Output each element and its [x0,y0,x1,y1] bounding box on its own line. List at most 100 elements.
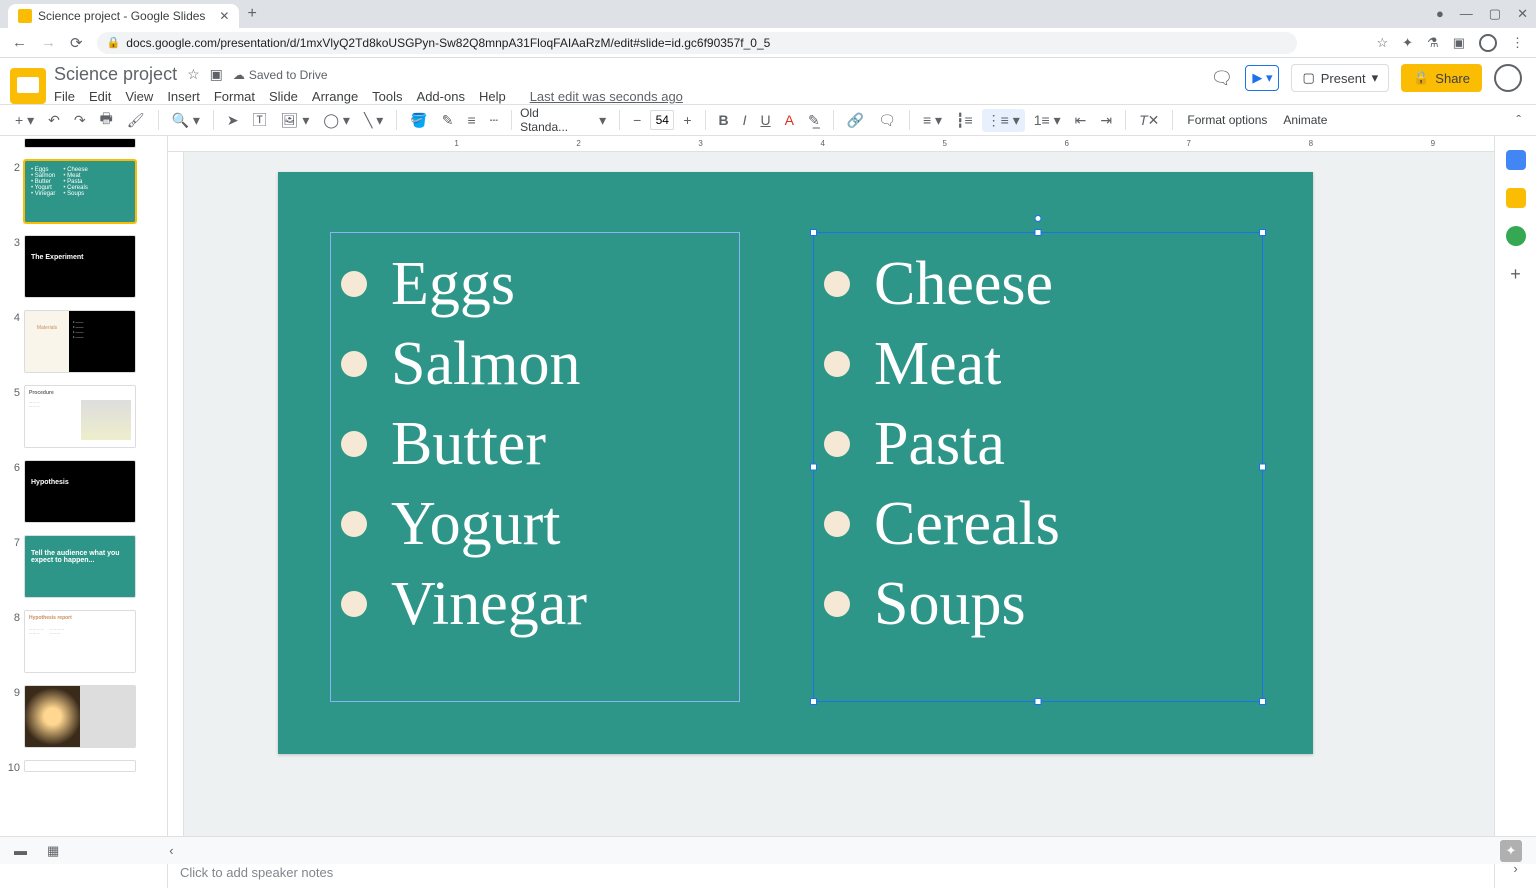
border-color-button[interactable]: ✎ [437,108,459,133]
menu-view[interactable]: View [125,89,153,104]
star-doc-icon[interactable]: ☆ [187,66,200,83]
comment-button[interactable]: 🗨 [873,108,901,133]
canvas[interactable]: 123456789 Eggs Salmon Butter Yogurt Vine… [168,136,1494,888]
zoom-button[interactable]: 🔍 ▾ [167,108,205,133]
border-weight-button[interactable]: ≡ [462,108,480,132]
format-options-button[interactable]: Format options [1181,113,1273,127]
textbox-tool[interactable]: 🅃 [248,106,272,134]
font-select[interactable]: Old Standa... [520,106,590,134]
comments-icon[interactable]: 🗨 [1210,68,1233,89]
italic-button[interactable]: I [738,108,752,132]
line-tool[interactable]: ╲ ▾ [359,108,388,133]
thumb-6[interactable]: Hypothesis [24,460,136,523]
textbox-right[interactable]: Cheese Meat Pasta Cereals Soups [813,232,1263,702]
thumb-9[interactable] [24,685,136,748]
indent-dec-button[interactable]: ⇤ [1070,108,1092,133]
close-window-icon[interactable]: ✕ [1517,6,1528,22]
indent-inc-button[interactable]: ⇥ [1095,108,1117,133]
bold-button[interactable]: B [714,108,734,132]
highlight-button[interactable]: ✎̲ [803,108,825,133]
menu-slide[interactable]: Slide [269,89,298,104]
paint-format-button[interactable]: 🖌 [122,108,150,133]
fill-color-button[interactable]: 🪣 [405,108,432,133]
border-dash-button[interactable]: ┄ [485,108,503,133]
underline-button[interactable]: U [756,108,776,132]
collapse-filmstrip-icon[interactable]: ‹ [169,843,173,858]
move-doc-icon[interactable]: ▣ [210,66,223,83]
chrome-menu-icon[interactable]: ⋮ [1511,35,1524,51]
align-button[interactable]: ≡ ▾ [918,108,947,133]
minimize-icon[interactable]: — [1460,6,1473,22]
font-size-inc[interactable]: + [678,108,696,132]
new-slide-button[interactable]: + ▾ [10,108,39,133]
extensions-icon[interactable]: ✦ [1402,35,1413,51]
url-field[interactable]: 🔒 docs.google.com/presentation/d/1mxVlyQ… [97,32,1297,54]
menu-file[interactable]: File [54,89,75,104]
panel-icon[interactable]: ▣ [1453,35,1465,51]
account-dot-icon[interactable]: ● [1436,6,1444,22]
menu-format[interactable]: Format [214,89,255,104]
textbox-left[interactable]: Eggs Salmon Butter Yogurt Vinegar [330,232,740,702]
thumb-7[interactable]: Tell the audience what you expect to hap… [24,535,136,598]
forward-icon[interactable]: → [41,34,56,51]
thumb-3[interactable]: The Experiment [24,235,136,298]
filmstrip[interactable]: 2 EggsSalmonButterYogurtVinegarCheeseMea… [0,136,168,888]
share-button[interactable]: 🔒 Share [1401,64,1482,92]
slides-logo-icon[interactable] [10,68,46,104]
text-color-button[interactable]: A [780,108,799,132]
doc-title[interactable]: Science project [54,64,177,85]
thumb-8[interactable]: Hypothesis report— — — —— — —— — — —— — … [24,610,136,673]
animate-button[interactable]: Animate [1277,113,1333,127]
present-meet-button[interactable]: ▶ ▾ [1245,65,1279,91]
font-size-dec[interactable]: − [628,108,646,132]
star-icon[interactable]: ☆ [1376,35,1388,51]
clear-format-button[interactable]: T✕ [1134,108,1164,133]
slide-editor[interactable]: Eggs Salmon Butter Yogurt Vinegar Cheese… [278,172,1313,754]
thumb-5[interactable]: Procedure— — —— — — [24,385,136,448]
filmstrip-view-icon[interactable]: ▬ [14,843,27,858]
lock-icon: 🔒 [1413,70,1429,86]
chevron-down-icon[interactable]: ▾ [1372,70,1379,86]
menu-arrange[interactable]: Arrange [312,89,358,104]
browser-tab[interactable]: Science project - Google Slides ✕ [8,4,239,28]
rotate-handle[interactable] [1035,215,1042,222]
tasks-icon[interactable] [1506,226,1526,246]
account-avatar[interactable] [1494,64,1522,92]
reload-icon[interactable]: ⟳ [70,34,83,52]
explore-button[interactable]: ✦ [1500,840,1522,862]
keep-icon[interactable] [1506,188,1526,208]
thumb-2[interactable]: EggsSalmonButterYogurtVinegarCheeseMeatP… [24,160,136,223]
print-button[interactable]: 🖶 [95,104,118,136]
close-icon[interactable]: ✕ [219,9,229,23]
labs-icon[interactable]: ⚗ [1427,35,1439,51]
numbered-list-button[interactable]: 1≡ ▾ [1029,108,1066,133]
shape-tool[interactable]: ◯ ▾ [318,108,355,133]
thumb-10[interactable] [24,760,136,772]
back-icon[interactable]: ← [12,34,27,51]
add-on-plus-icon[interactable]: + [1510,264,1521,285]
font-size-input[interactable] [650,110,674,130]
calendar-icon[interactable] [1506,150,1526,170]
new-tab-button[interactable]: + [247,5,256,23]
grid-view-icon[interactable]: ▦ [47,843,59,859]
redo-button[interactable]: ↷ [69,108,91,133]
link-button[interactable]: 🔗 [842,108,869,133]
image-tool[interactable]: 🖼 ▾ [276,108,315,133]
profile-avatar[interactable] [1479,34,1497,52]
thumb-4[interactable]: Materials• ——• ——• ——• —— [24,310,136,373]
menu-tools[interactable]: Tools [372,89,402,104]
bulleted-list-button[interactable]: ⋮≡ ▾ [982,109,1025,132]
menu-insert[interactable]: Insert [167,89,200,104]
maximize-icon[interactable]: ▢ [1489,6,1501,22]
undo-button[interactable]: ↶ [43,108,65,133]
toolbar-collapse-icon[interactable]: ˆ [1511,108,1526,132]
thumb-1[interactable] [24,138,136,148]
menu-addons[interactable]: Add-ons [417,89,465,104]
menu-edit[interactable]: Edit [89,89,111,104]
select-tool[interactable]: ➤ [222,108,244,133]
menu-help[interactable]: Help [479,89,506,104]
saved-status[interactable]: ☁Saved to Drive [233,68,328,82]
line-spacing-button[interactable]: ┇≡ [951,108,978,133]
last-edit-link[interactable]: Last edit was seconds ago [530,89,683,104]
present-button[interactable]: ▢ Present ▾ [1291,64,1389,92]
